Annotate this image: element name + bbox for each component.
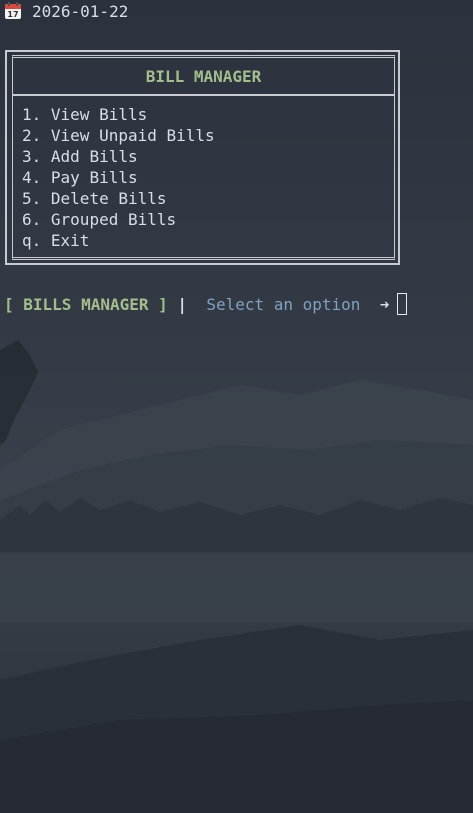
menu-title: BILL MANAGER bbox=[12, 55, 395, 95]
menu-item-grouped-bills[interactable]: 6. Grouped Bills bbox=[22, 209, 215, 230]
menu-item-pay-bills[interactable]: 4. Pay Bills bbox=[22, 167, 215, 188]
menu-item-view-unpaid-bills[interactable]: 2. View Unpaid Bills bbox=[22, 125, 215, 146]
terminal-cursor-input[interactable] bbox=[397, 293, 408, 315]
menu-item-add-bills[interactable]: 3. Add Bills bbox=[22, 146, 215, 167]
prompt-tag: [ BILLS MANAGER ] bbox=[4, 294, 168, 314]
prompt-line: [ BILLS MANAGER ] | Select an option ➜ bbox=[4, 292, 408, 316]
menu-item-delete-bills[interactable]: 5. Delete Bills bbox=[22, 188, 215, 209]
menu-list: 1. View Bills 2. View Unpaid Bills 3. Ad… bbox=[22, 104, 215, 251]
menu-box: BILL MANAGER 1. View Bills 2. View Unpai… bbox=[5, 50, 400, 265]
menu-item-view-bills[interactable]: 1. View Bills bbox=[22, 104, 215, 125]
current-date: 2026-01-22 bbox=[32, 1, 129, 21]
prompt-separator: | bbox=[177, 294, 188, 314]
menu-item-exit[interactable]: q. Exit bbox=[22, 230, 215, 251]
calendar-icon: 17 bbox=[5, 2, 21, 19]
calendar-day: 17 bbox=[7, 10, 18, 19]
prompt-arrow-icon: ➜ bbox=[379, 294, 390, 314]
date-header: 17 2026-01-22 bbox=[4, 0, 128, 22]
prompt-text: Select an option bbox=[206, 294, 361, 314]
menu-body: 1. View Bills 2. View Unpaid Bills 3. Ad… bbox=[12, 95, 395, 260]
